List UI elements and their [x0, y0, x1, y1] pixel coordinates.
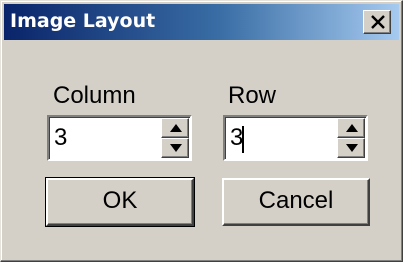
arrow-up-icon: [346, 124, 358, 132]
title-bar[interactable]: Image Layout: [4, 4, 399, 40]
close-icon: [371, 15, 385, 29]
close-button[interactable]: [363, 10, 391, 34]
column-increment-button[interactable]: [161, 118, 189, 138]
cancel-button[interactable]: Cancel: [222, 178, 370, 226]
arrow-up-icon: [170, 124, 182, 132]
row-label: Row: [228, 82, 277, 109]
image-layout-dialog: Image Layout Column Row 3 3 OK Cancel: [0, 0, 403, 262]
row-decrement-button[interactable]: [337, 138, 365, 158]
text-caret: [242, 126, 244, 153]
row-spin-buttons: [337, 118, 365, 158]
arrow-down-icon: [346, 144, 358, 152]
column-label: Column: [53, 82, 136, 109]
row-spinner[interactable]: 3: [223, 115, 368, 161]
column-spinner[interactable]: 3: [47, 115, 192, 161]
arrow-down-icon: [170, 144, 182, 152]
row-increment-button[interactable]: [337, 118, 365, 138]
column-spin-buttons: [161, 118, 189, 158]
window-title: Image Layout: [10, 10, 156, 32]
column-input[interactable]: 3: [54, 124, 67, 152]
ok-button[interactable]: OK: [45, 177, 195, 227]
column-decrement-button[interactable]: [161, 138, 189, 158]
